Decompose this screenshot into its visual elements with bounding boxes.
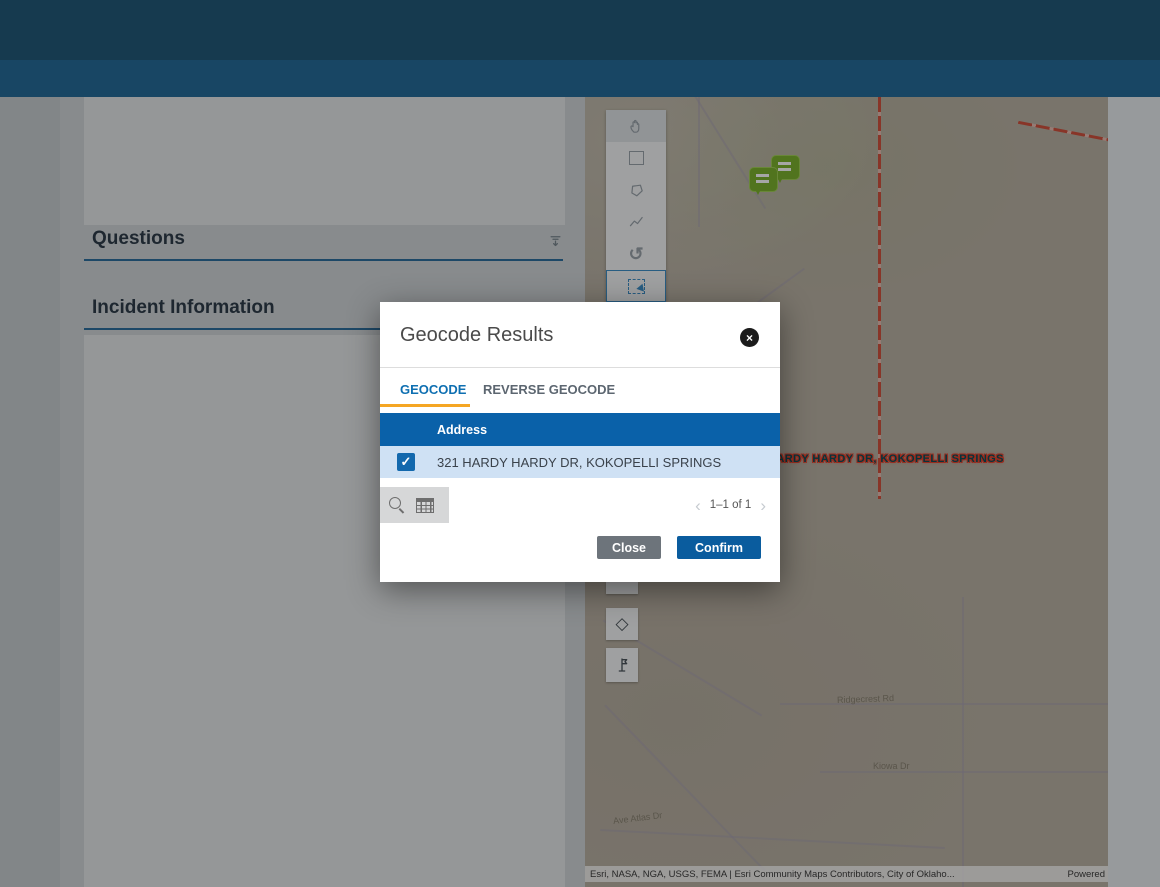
active-tab-indicator (380, 404, 470, 407)
tab-reverse-geocode[interactable]: REVERSE GEOCODE (483, 382, 615, 397)
cityworks-respond-app: Cityworks’ Respond ? Create Service Requ… (0, 0, 1160, 887)
dialog-divider (380, 367, 780, 368)
chevron-right-icon[interactable]: › (760, 497, 766, 514)
row-checkbox[interactable]: ✓ (397, 453, 415, 471)
search-icon[interactable] (389, 497, 406, 514)
result-row[interactable]: ✓ 321 HARDY HARDY DR, KOKOPELLI SPRINGS (380, 446, 780, 478)
close-button[interactable]: Close (597, 536, 661, 559)
confirm-button[interactable]: Confirm (677, 536, 761, 559)
tab-geocode[interactable]: GEOCODE (400, 382, 466, 397)
pagination: ‹ 1–1 of 1 › (695, 487, 766, 523)
chevron-left-icon[interactable]: ‹ (695, 497, 701, 514)
results-table-header: Address (380, 413, 780, 446)
results-toolbar (380, 487, 449, 523)
dialog-title: Geocode Results (400, 324, 553, 347)
geocode-results-dialog: Geocode Results × GEOCODE REVERSE GEOCOD… (380, 302, 780, 582)
table-view-icon[interactable] (416, 498, 434, 513)
close-icon[interactable]: × (740, 328, 759, 347)
pagination-count: 1–1 of 1 (710, 499, 752, 511)
result-address: 321 HARDY HARDY DR, KOKOPELLI SPRINGS (437, 455, 721, 470)
address-column-header: Address (437, 423, 487, 437)
